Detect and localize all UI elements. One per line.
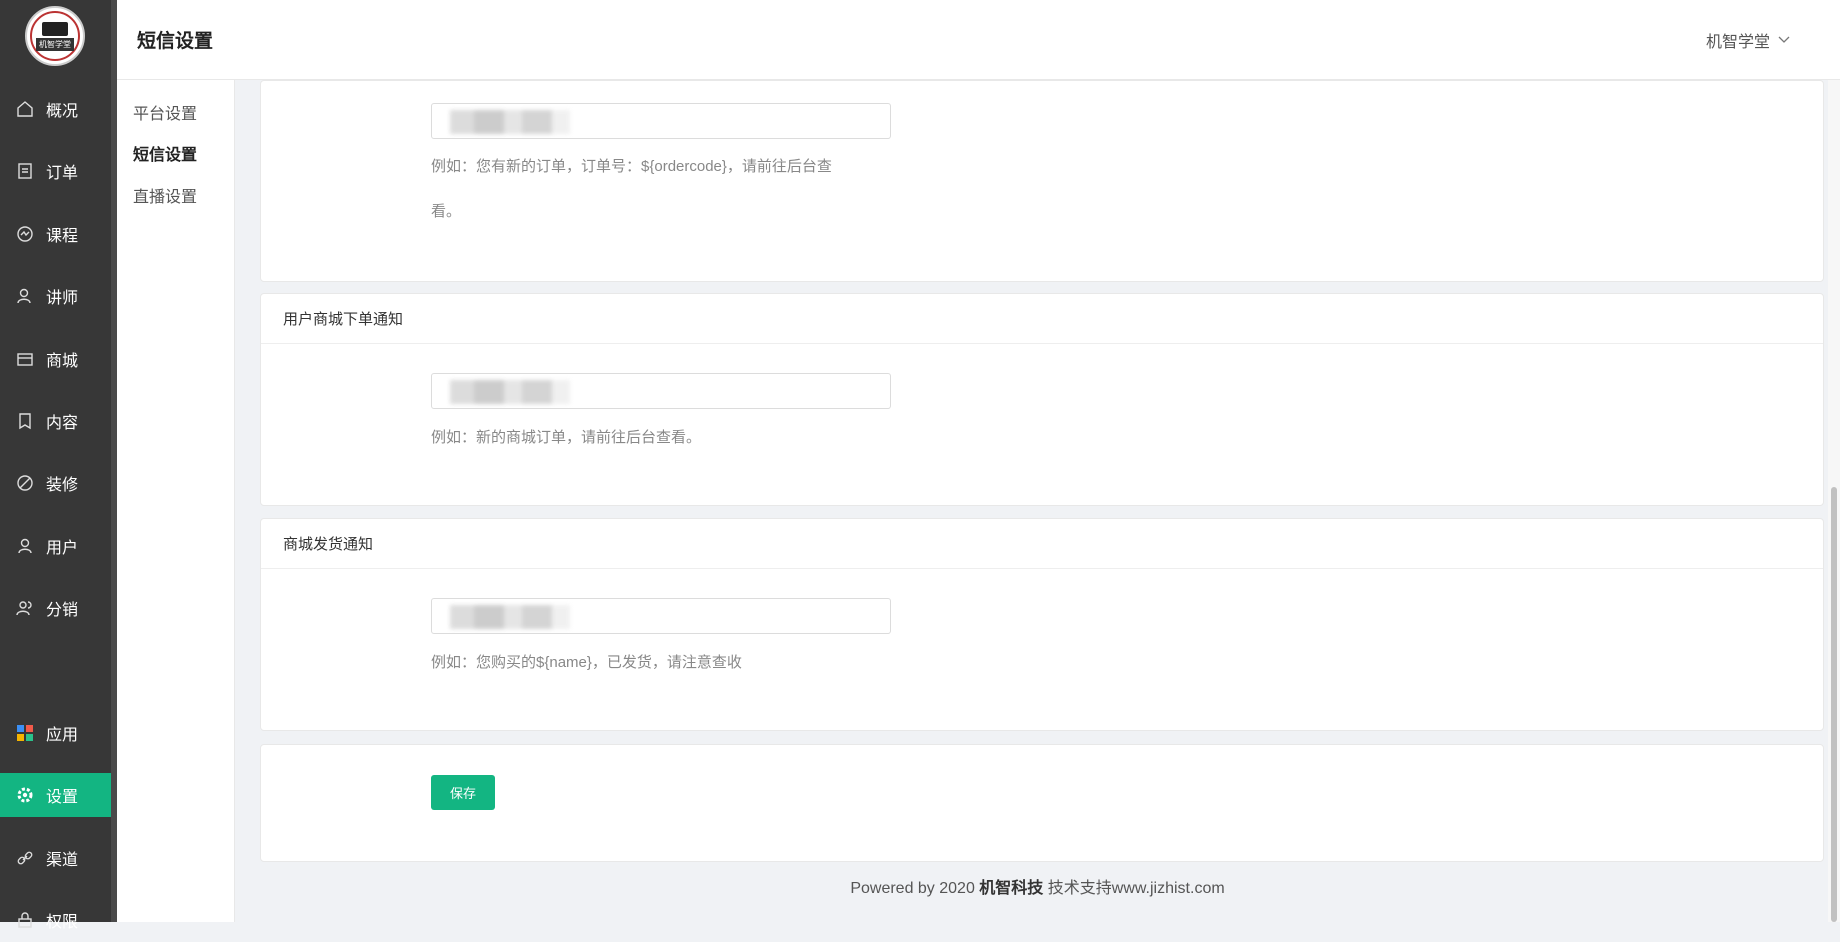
submenu-item-sms[interactable]: 短信设置: [133, 141, 197, 165]
apps-icon: [16, 724, 34, 742]
sidebar-item-label: 讲师: [46, 290, 79, 307]
logo-emblem: 机智学堂: [30, 11, 80, 61]
sidebar-item-users[interactable]: 用户: [0, 524, 111, 568]
template-hint-continued: 看。: [431, 203, 462, 220]
sidebar-item-label: 应用: [46, 727, 79, 744]
sidebar-item-distribution[interactable]: 分销: [0, 586, 111, 630]
sidebar-item-label: 内容: [46, 415, 79, 432]
sidebar-item-decorate[interactable]: 装修: [0, 461, 111, 505]
sidebar-item-apps[interactable]: 应用: [0, 711, 111, 755]
sidebar-item-store[interactable]: 商城: [0, 337, 111, 381]
sidebar-item-overview[interactable]: 概况: [0, 87, 111, 131]
save-card: 保存: [260, 744, 1824, 862]
template-id-input[interactable]: [431, 373, 891, 409]
sidebar-item-label: 用户: [46, 540, 79, 557]
sidebar-item-label: 课程: [46, 228, 79, 245]
redacted-value: [450, 605, 570, 629]
sidebar-item-label: 装修: [46, 477, 79, 494]
sidebar-item-courses[interactable]: 课程: [0, 212, 111, 256]
template-hint: 例如：您购买的${name}，已发货，请注意查收: [431, 654, 742, 671]
distribution-icon: [16, 599, 34, 617]
logo-text: 机智学堂: [36, 37, 74, 51]
template-hint: 例如：您有新的订单，订单号：${ordercode}，请前往后台查: [431, 158, 832, 175]
section-title: 用户商城下单通知: [261, 294, 1823, 344]
user-name: 机智学堂: [1705, 34, 1770, 51]
template-id-input[interactable]: [431, 598, 891, 634]
chevron-down-icon: [1778, 36, 1790, 43]
sidebar-item-orders[interactable]: 订单: [0, 149, 111, 193]
main-sidebar: 机智学堂 概况 订单 课程 讲师 商城 内容 装修 用户 分销 应用 设置 渠道…: [0, 0, 111, 931]
top-header: 短信设置 机智学堂: [117, 0, 1840, 80]
sidebar-item-label: 商城: [46, 353, 79, 370]
sidebar-item-label: 设置: [46, 789, 79, 806]
scrollbar-thumb[interactable]: [1831, 487, 1837, 922]
sidebar-item-channels[interactable]: 渠道: [0, 836, 111, 880]
decorate-icon: [16, 474, 34, 492]
settings-submenu: 平台设置 短信设置 直播设置: [117, 80, 235, 922]
submenu-item-live[interactable]: 直播设置: [133, 183, 197, 207]
user-menu[interactable]: 机智学堂: [1706, 28, 1790, 52]
teacher-icon: [16, 287, 34, 305]
app-logo[interactable]: 机智学堂: [25, 6, 85, 66]
footer-prefix: Powered by 2020: [850, 880, 980, 897]
submenu-item-platform[interactable]: 平台设置: [133, 100, 197, 124]
template-hint: 例如：新的商城订单，请前往后台查看。: [431, 429, 702, 446]
page-title: 短信设置: [137, 31, 214, 52]
section-title: 商城发货通知: [261, 519, 1823, 569]
sidebar-item-content[interactable]: 内容: [0, 399, 111, 443]
page-scrollbar[interactable]: [1828, 80, 1840, 922]
course-icon: [16, 225, 34, 243]
footer-company: 机智科技: [979, 880, 1044, 897]
book-icon: [42, 21, 68, 36]
store-icon: [16, 350, 34, 368]
sms-template-card-shipping: 商城发货通知 模版ID 例如：您购买的${name}，已发货，请注意查收: [260, 518, 1824, 731]
sidebar-item-label: 概况: [46, 103, 79, 120]
lock-icon: [16, 911, 34, 929]
page-footer: Powered by 2020 机智科技 技术支持www.jizhist.com: [235, 860, 1840, 922]
footer-suffix: 技术支持www.jizhist.com: [1043, 880, 1225, 897]
sidebar-item-label: 权限: [46, 914, 79, 931]
user-icon: [16, 537, 34, 555]
sms-template-card-store-order: 用户商城下单通知 模版ID 例如：新的商城订单，请前往后台查看。: [260, 293, 1824, 506]
gear-icon: [16, 786, 34, 804]
order-icon: [16, 162, 34, 180]
sidebar-item-teachers[interactable]: 讲师: [0, 274, 111, 318]
redacted-value: [450, 380, 570, 404]
sidebar-item-label: 订单: [46, 165, 79, 182]
link-icon: [16, 849, 34, 867]
sidebar-item-label: 渠道: [46, 852, 79, 869]
sidebar-item-settings[interactable]: 设置: [0, 773, 111, 817]
home-icon: [16, 100, 34, 118]
sidebar-item-permissions[interactable]: 权限: [0, 898, 111, 942]
sidebar-item-label: 分销: [46, 602, 79, 619]
content-icon: [16, 412, 34, 430]
template-id-input[interactable]: [431, 103, 891, 139]
sms-template-card-order: 模版ID 例如：您有新的订单，订单号：${ordercode}，请前往后台查 看…: [260, 80, 1824, 282]
save-button[interactable]: 保存: [431, 775, 495, 810]
redacted-value: [450, 110, 570, 134]
